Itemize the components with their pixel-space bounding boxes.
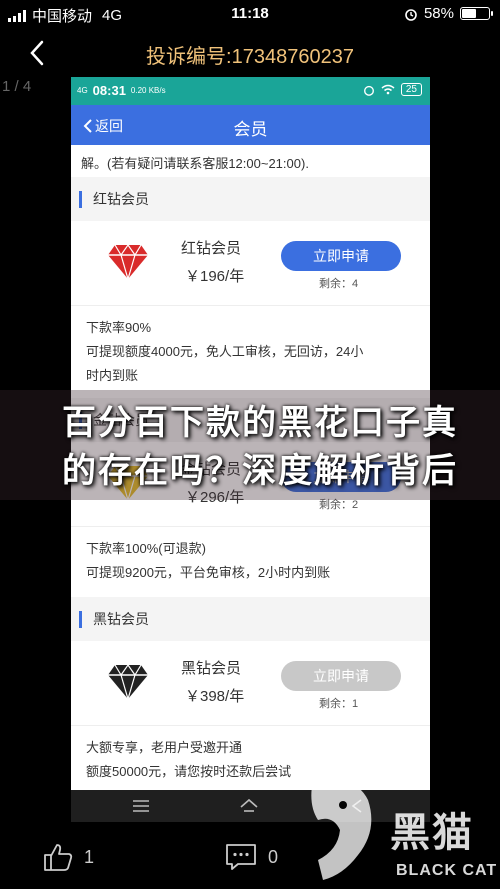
alarm-icon xyxy=(405,8,417,21)
desc-line: 下款率100%(可退款) xyxy=(86,541,206,556)
apply-button-red[interactable]: 立即申请 xyxy=(281,241,401,271)
inner-header: 返回 会员 xyxy=(71,105,430,145)
status-bar: 中国移动 4G 11:18 58% xyxy=(0,0,500,28)
membership-price: ￥196/年 xyxy=(185,268,245,285)
inner-speed: 0.20 KB/s xyxy=(130,86,166,95)
inner-network-label: 4G xyxy=(77,86,88,95)
membership-desc-gold: 下款率100%(可退款) 可提现9200元，平台免审核，2小时内到账 xyxy=(71,527,430,597)
menu-icon[interactable] xyxy=(131,797,151,815)
watermark-en: BLACK CAT xyxy=(396,862,498,879)
home-icon[interactable] xyxy=(239,797,259,815)
membership-name: 红钻会员 xyxy=(181,240,242,257)
desc-line: 时内到账 xyxy=(86,368,139,383)
complaint-number-title: 投诉编号:17348760237 xyxy=(146,46,354,68)
page-counter: 1 / 4 xyxy=(2,78,32,95)
membership-name: 黑钻会员 xyxy=(181,660,242,677)
membership-card-black: 黑钻会员 ￥398/年 立即申请 剩余：1 xyxy=(71,641,430,726)
section-title-black: 黑钻会员 xyxy=(71,597,430,641)
overlay-headline-1: 百分百下款的黑花口子真 xyxy=(62,404,458,442)
comment-button[interactable]: 0 xyxy=(224,842,278,872)
like-count: 1 xyxy=(84,846,95,867)
desc-line: 大额专享，老用户受邀开通 xyxy=(86,740,243,755)
like-button[interactable]: 1 xyxy=(42,842,94,872)
inner-note: 解。(若有疑问请联系客服12:00~21:00). xyxy=(71,145,430,177)
desc-line: 可提现9200元，平台免审核，2小时内到账 xyxy=(86,565,331,580)
membership-desc-red: 下款率90% 可提现额度4000元，免人工审核，无回访，24小 时内到账 xyxy=(71,306,430,398)
inner-page-title: 会员 xyxy=(233,120,268,139)
inner-status-bar: 4G 08:31 0.20 KB/s 25 xyxy=(71,77,430,105)
battery-icon xyxy=(460,7,493,20)
comment-icon xyxy=(226,844,256,870)
inner-alarm-icon xyxy=(363,85,374,96)
cat-logo-icon xyxy=(311,765,372,880)
black-diamond-icon xyxy=(108,663,148,701)
battery-percent: 58% xyxy=(423,5,454,22)
remaining-count: 剩余：1 xyxy=(319,698,359,710)
desc-line: 可提现额度4000元，免人工审核，无回访，24小 xyxy=(86,344,364,359)
desc-line: 下款率90% xyxy=(86,320,152,335)
inner-clock: 08:31 xyxy=(92,83,126,98)
membership-card-red: 红钻会员 ￥196/年 立即申请 剩余：4 xyxy=(71,221,430,306)
membership-price: ￥398/年 xyxy=(185,688,245,705)
overlay-headline-2: 的存在吗？深度解析背后 xyxy=(62,452,458,490)
apply-button-black[interactable]: 立即申请 xyxy=(281,661,401,691)
inner-battery: 25 xyxy=(400,83,422,96)
section-title-red: 红钻会员 xyxy=(71,177,430,221)
top-nav: 投诉编号:17348760237 xyxy=(0,30,500,76)
black-cat-watermark: 黑猫 BLACK CAT xyxy=(298,760,500,889)
watermark-cn: 黑猫 xyxy=(390,811,474,855)
remaining-count: 剩余：4 xyxy=(319,278,359,290)
red-diamond-icon xyxy=(108,243,148,281)
thumbs-up-icon xyxy=(44,844,73,871)
inner-wifi-icon xyxy=(381,84,395,95)
comment-count: 0 xyxy=(268,846,279,867)
